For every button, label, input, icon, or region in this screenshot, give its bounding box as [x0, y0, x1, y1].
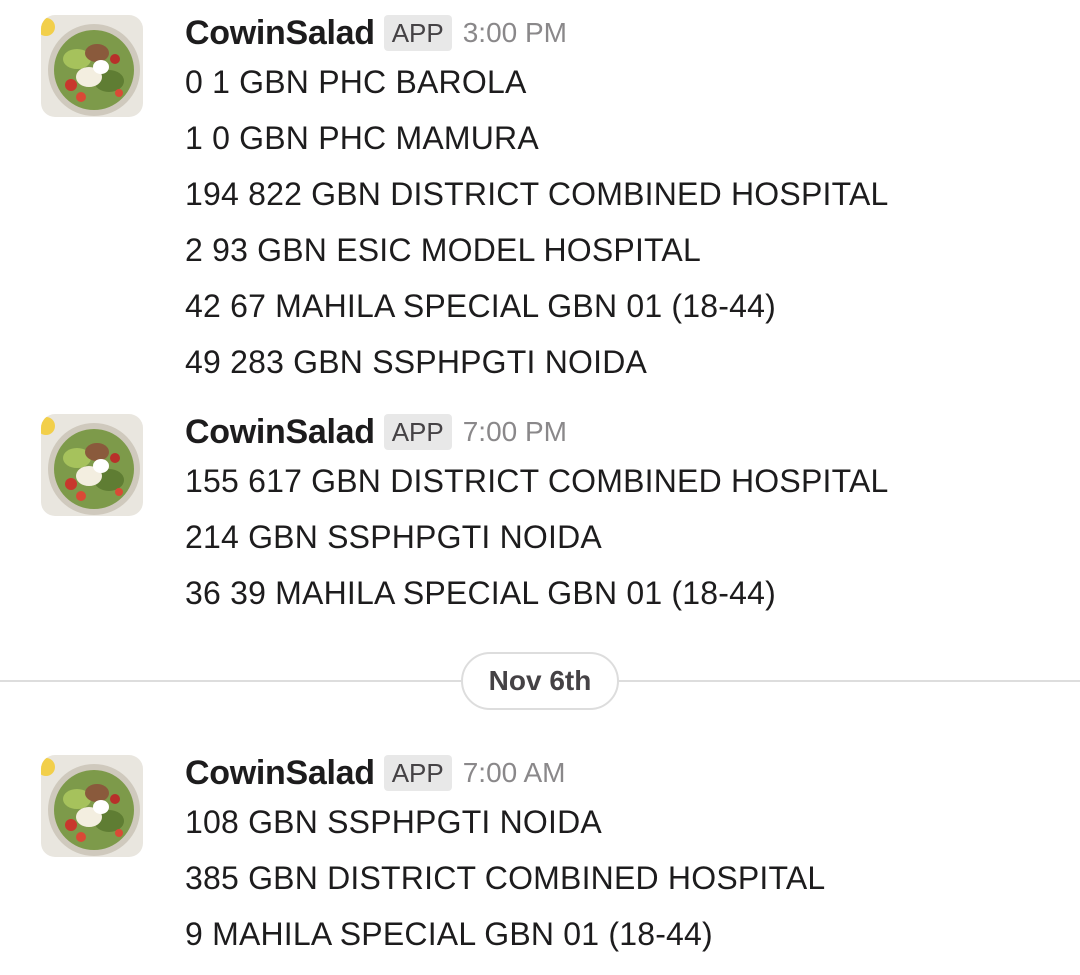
- day-divider: Nov 6th: [0, 652, 1080, 710]
- message-line: 385 GBN DISTRICT COMBINED HOSPITAL: [185, 860, 826, 896]
- app-badge: APP: [383, 414, 452, 450]
- app-badge: APP: [383, 15, 452, 51]
- message-line: 194 822 GBN DISTRICT COMBINED HOSPITAL: [185, 176, 889, 212]
- date-pill[interactable]: Nov 6th: [461, 652, 619, 710]
- message-line: 9 MAHILA SPECIAL GBN 01 (18-44): [185, 916, 713, 952]
- salad-bowl-icon: [41, 414, 143, 516]
- salad-bowl-icon: [41, 755, 143, 857]
- sender-name[interactable]: CowinSalad: [185, 413, 375, 452]
- timestamp[interactable]: 3:00 PM: [463, 17, 567, 49]
- avatar[interactable]: [41, 755, 143, 857]
- message-header: CowinSalad APP 7:00 PM: [185, 410, 567, 454]
- message-header: CowinSalad APP 7:00 AM: [185, 751, 565, 795]
- message-line: 0 1 GBN PHC BAROLA: [185, 64, 527, 100]
- message-line: 36 39 MAHILA SPECIAL GBN 01 (18-44): [185, 575, 776, 611]
- message-line: 214 GBN SSPHPGTI NOIDA: [185, 519, 602, 555]
- sender-name[interactable]: CowinSalad: [185, 754, 375, 793]
- message-line: 2 93 GBN ESIC MODEL HOSPITAL: [185, 232, 701, 268]
- timestamp[interactable]: 7:00 PM: [463, 416, 567, 448]
- sender-name[interactable]: CowinSalad: [185, 14, 375, 53]
- message-header: CowinSalad APP 3:00 PM: [185, 11, 567, 55]
- timestamp[interactable]: 7:00 AM: [463, 757, 566, 789]
- message-line: 155 617 GBN DISTRICT COMBINED HOSPITAL: [185, 463, 889, 499]
- message-line: 1 0 GBN PHC MAMURA: [185, 120, 539, 156]
- message-line: 42 67 MAHILA SPECIAL GBN 01 (18-44): [185, 288, 776, 324]
- message-body: 108 GBN SSPHPGTI NOIDA 385 GBN DISTRICT …: [185, 794, 825, 962]
- message-body: 155 617 GBN DISTRICT COMBINED HOSPITAL 2…: [185, 453, 889, 621]
- avatar[interactable]: [41, 414, 143, 516]
- salad-bowl-icon: [41, 15, 143, 117]
- app-badge: APP: [383, 755, 452, 791]
- message-line: 108 GBN SSPHPGTI NOIDA: [185, 804, 602, 840]
- message-body: 0 1 GBN PHC BAROLA 1 0 GBN PHC MAMURA 19…: [185, 54, 889, 390]
- avatar[interactable]: [41, 15, 143, 117]
- message-line: 49 283 GBN SSPHPGTI NOIDA: [185, 344, 648, 380]
